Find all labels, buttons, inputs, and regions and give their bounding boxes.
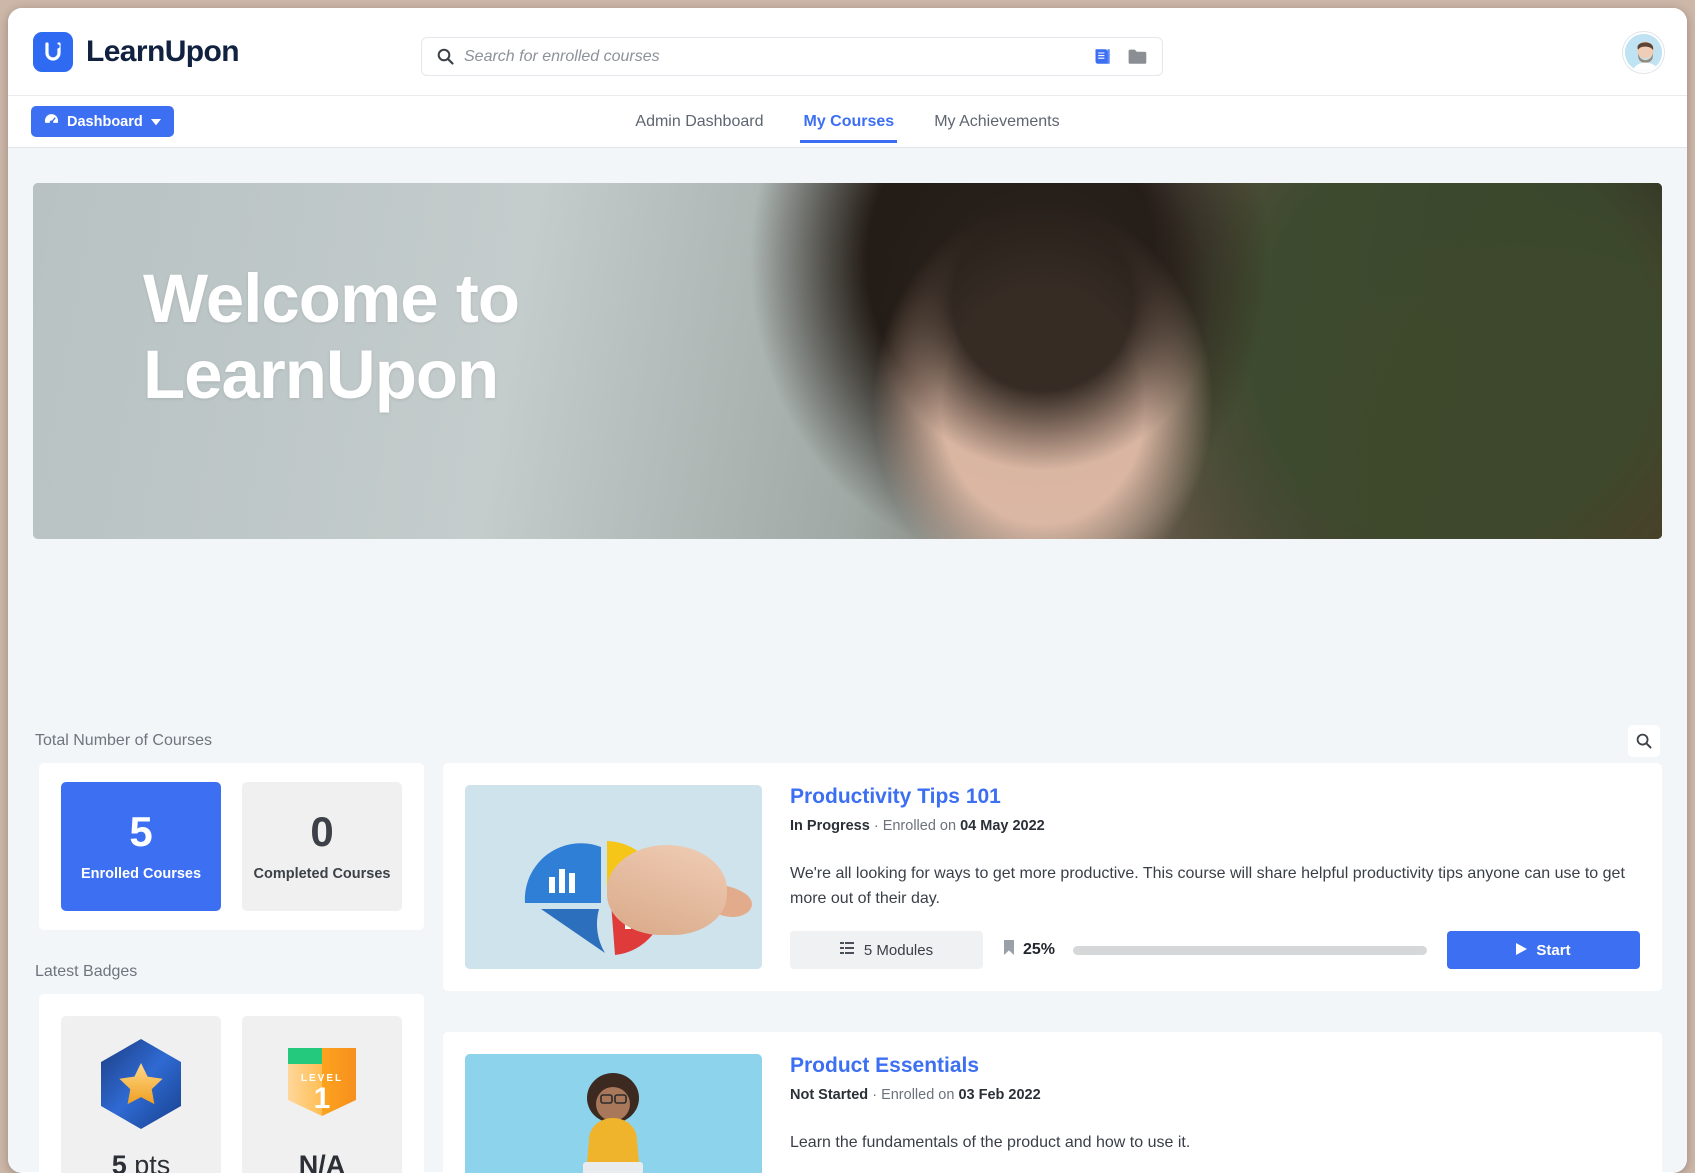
progress-bar-track: [1073, 946, 1427, 955]
course-meta: In Progress · Enrolled on 04 May 2022: [790, 818, 1640, 834]
nav-bar: Dashboard Admin Dashboard My Courses My …: [8, 96, 1687, 148]
course-meta: Not Started · Enrolled on 03 Feb 2022: [790, 1087, 1640, 1103]
meta-separator: ·: [872, 1087, 877, 1103]
tab-my-achievements[interactable]: My Achievements: [931, 100, 1062, 143]
latest-badges-card: 5 pts Daily Learning: [39, 994, 424, 1173]
badges-section-label: Latest Badges: [35, 963, 137, 981]
stat-value: 0: [310, 811, 333, 853]
course-thumbnail[interactable]: [465, 785, 762, 969]
badge-value-number: N/A: [299, 1150, 346, 1173]
play-icon: [1516, 942, 1527, 959]
badge-value-unit: pts: [127, 1150, 171, 1173]
course-card: Productivity Tips 101 In Progress · Enro…: [443, 763, 1662, 991]
course-list-search-button[interactable]: [1628, 725, 1660, 757]
catalog-book-icon[interactable]: [1092, 46, 1113, 67]
course-card: Product Essentials Not Started · Enrolle…: [443, 1032, 1662, 1173]
course-stats-card: 5 Enrolled Courses 0 Completed Courses: [39, 763, 424, 930]
enrolled-date: 04 May 2022: [960, 818, 1045, 834]
search-input[interactable]: [464, 48, 1092, 66]
course-title[interactable]: Productivity Tips 101: [790, 785, 1640, 809]
badge-daily-learning[interactable]: 5 pts Daily Learning: [61, 1016, 221, 1173]
welcome-hero-banner: Welcome to LearnUpon: [33, 183, 1662, 539]
level-one-ribbon-badge-icon: LEVEL 1: [280, 1038, 364, 1130]
search-icon: [437, 48, 454, 65]
global-search[interactable]: [421, 37, 1163, 76]
hexagon-star-badge-icon: [99, 1038, 183, 1130]
modules-chip[interactable]: 5 Modules: [790, 931, 983, 969]
avatar[interactable]: [1623, 32, 1664, 73]
badge-value: N/A: [299, 1150, 346, 1173]
tab-my-courses[interactable]: My Courses: [800, 100, 897, 143]
brand-name: LearnUpon: [86, 35, 239, 69]
course-description: We're all looking for ways to get more p…: [790, 861, 1625, 911]
tab-admin-dashboard[interactable]: Admin Dashboard: [632, 100, 766, 143]
start-button-label: Start: [1536, 942, 1570, 959]
folder-icon[interactable]: [1127, 47, 1148, 66]
stat-value: 5: [129, 811, 152, 853]
progress-label: 25%: [1023, 941, 1065, 959]
badge-value-number: 5: [112, 1150, 127, 1173]
bookmark-icon: [1003, 939, 1015, 961]
start-button[interactable]: Start: [1447, 931, 1640, 969]
page-content: Welcome to LearnUpon Total Number of Cou…: [8, 148, 1687, 1172]
stat-label: Enrolled Courses: [81, 866, 201, 882]
hero-title: Welcome to LearnUpon: [143, 261, 519, 413]
learnupon-logo-icon: [33, 32, 73, 72]
course-status: In Progress: [790, 818, 870, 834]
stat-label: Completed Courses: [254, 866, 391, 882]
course-description: Learn the fundamentals of the product an…: [790, 1130, 1625, 1155]
nav-tabs: Admin Dashboard My Courses My Achievemen…: [8, 96, 1687, 148]
course-title[interactable]: Product Essentials: [790, 1054, 1640, 1078]
brand-logo[interactable]: LearnUpon: [33, 32, 239, 72]
courses-section-label: Total Number of Courses: [35, 732, 212, 750]
course-footer: 5 Modules 25%: [790, 931, 1640, 969]
badge-value: 5 pts: [112, 1150, 171, 1173]
top-bar: LearnUpon: [8, 8, 1687, 96]
enrolled-prefix: Enrolled on: [881, 1087, 958, 1103]
meta-separator: ·: [874, 818, 879, 834]
enrolled-prefix: Enrolled on: [883, 818, 960, 834]
course-body: Productivity Tips 101 In Progress · Enro…: [790, 785, 1640, 969]
list-icon: [840, 941, 854, 959]
course-thumbnail[interactable]: [465, 1054, 762, 1173]
stat-completed-courses[interactable]: 0 Completed Courses: [242, 782, 402, 911]
course-body: Product Essentials Not Started · Enrolle…: [790, 1054, 1640, 1173]
stat-enrolled-courses[interactable]: 5 Enrolled Courses: [61, 782, 221, 911]
svg-text:1: 1: [314, 1082, 331, 1115]
app-window: LearnUpon: [8, 8, 1687, 1173]
enrolled-date: 03 Feb 2022: [958, 1087, 1040, 1103]
badge-level-1[interactable]: LEVEL 1 N/A Level 1: [242, 1016, 402, 1173]
course-status: Not Started: [790, 1087, 868, 1103]
course-progress: 25%: [1003, 939, 1427, 961]
modules-label: 5 Modules: [864, 942, 933, 959]
